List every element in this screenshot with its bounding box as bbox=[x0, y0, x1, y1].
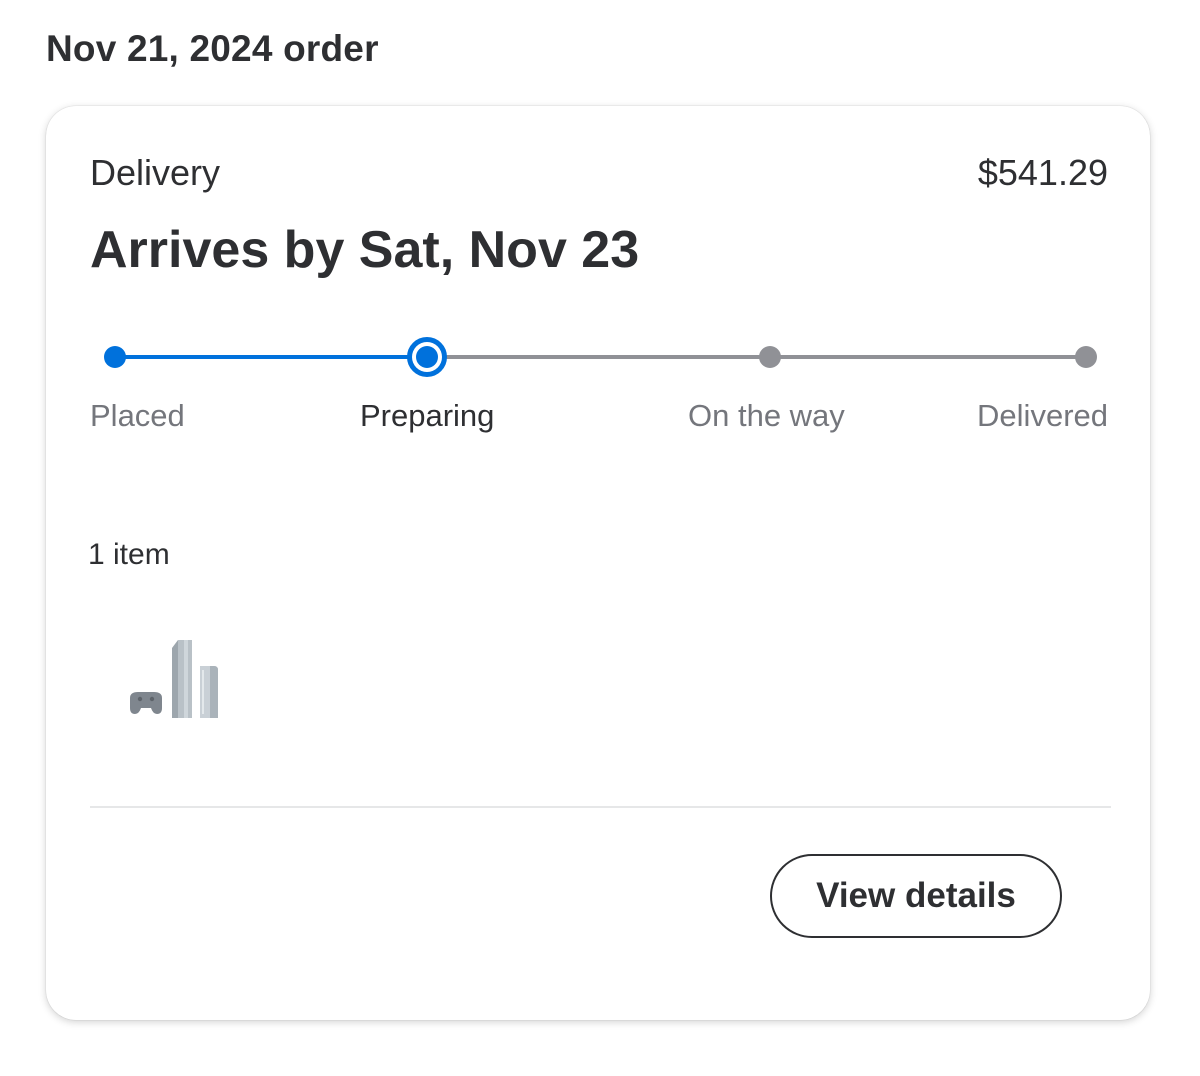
view-details-button[interactable]: View details bbox=[770, 854, 1062, 938]
step-dot-delivered bbox=[1075, 346, 1097, 368]
step-label-preparing: Preparing bbox=[360, 398, 495, 433]
step-label-on-the-way: On the way bbox=[688, 398, 845, 433]
card-divider bbox=[90, 806, 1111, 808]
order-date-heading: Nov 21, 2024 order bbox=[46, 28, 379, 69]
step-dot-on-the-way bbox=[759, 346, 781, 368]
step-dot-placed bbox=[104, 346, 126, 368]
order-card: Delivery $541.29 Arrives by Sat, Nov 23 … bbox=[46, 106, 1150, 1020]
step-dot-preparing bbox=[407, 337, 447, 377]
game-console-bundle-icon[interactable] bbox=[126, 636, 238, 722]
order-progress-tracker: Placed Preparing On the way Delivered bbox=[46, 106, 1150, 506]
step-label-placed: Placed bbox=[90, 398, 185, 433]
progress-line-complete bbox=[116, 355, 431, 359]
item-count: 1 item bbox=[88, 538, 170, 571]
step-label-delivered: Delivered bbox=[977, 398, 1108, 433]
